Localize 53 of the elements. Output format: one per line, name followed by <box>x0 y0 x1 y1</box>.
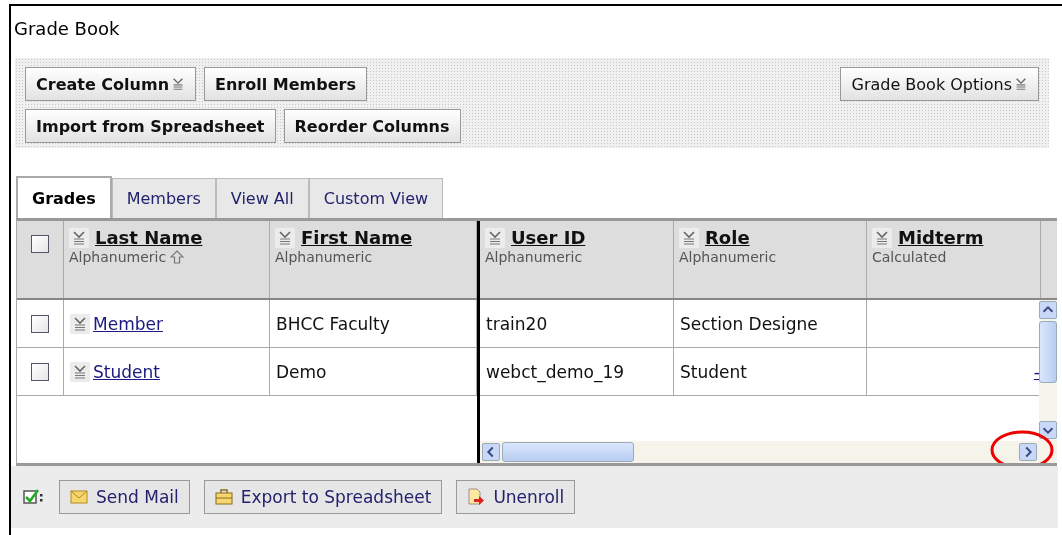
tab[interactable]: Members <box>111 178 216 218</box>
scroll-right-button[interactable] <box>1019 443 1037 461</box>
action-button[interactable]: Export to Spreadsheet <box>203 480 443 514</box>
table-cell: train20 <box>486 313 548 334</box>
options-button[interactable]: Grade Book Options <box>840 67 1039 101</box>
scroll-left-button[interactable] <box>482 443 500 461</box>
scroll-up-button[interactable] <box>1039 301 1057 319</box>
vertical-scrollbar[interactable] <box>1039 300 1057 463</box>
scroll-down-button[interactable] <box>1039 421 1057 439</box>
tab[interactable]: Grades <box>16 176 112 218</box>
column-title-link[interactable]: Midterm <box>898 227 984 248</box>
table-cell: BHCC Faculty <box>276 313 390 334</box>
column-type: Alphanumeric <box>679 249 777 265</box>
table-cell: webct_demo_19 <box>486 361 624 382</box>
toolbar-button[interactable]: Reorder Columns <box>283 109 461 143</box>
menu-icon[interactable] <box>872 227 892 248</box>
column-type: Alphanumeric <box>485 249 583 265</box>
row-checkbox[interactable] <box>31 362 49 381</box>
menu-icon[interactable] <box>70 361 90 382</box>
checked-checkbox-icon <box>23 489 45 505</box>
menu-icon[interactable] <box>679 227 699 248</box>
action-button[interactable]: Unenroll <box>456 480 576 514</box>
column-title-link[interactable]: Role <box>705 227 750 248</box>
row-checkbox[interactable] <box>31 235 49 253</box>
table-cell: Section Designe <box>680 313 818 334</box>
action-button[interactable]: Send Mail <box>59 480 190 514</box>
column-title-link[interactable]: User ID <box>511 227 586 248</box>
row-checkbox[interactable] <box>31 314 49 333</box>
column-type: Alphanumeric <box>69 249 167 265</box>
menu-icon[interactable] <box>69 227 89 248</box>
sort-up-icon[interactable] <box>170 250 185 264</box>
tab[interactable]: Custom View <box>308 178 444 218</box>
briefcase-icon <box>214 489 233 505</box>
grade-link[interactable]: - <box>1033 361 1039 382</box>
toolbar-button[interactable]: Enroll Members <box>204 67 367 101</box>
menu-icon[interactable] <box>70 313 90 334</box>
table-cell: Demo <box>276 361 327 382</box>
name-link[interactable]: Member <box>93 313 163 334</box>
horizontal-scrollbar[interactable] <box>480 441 1039 463</box>
toolbar-button[interactable]: Import from Spreadsheet <box>25 109 276 143</box>
menu-icon[interactable] <box>275 227 295 248</box>
table-cell: Student <box>680 361 747 382</box>
menu-icon[interactable] <box>485 227 505 248</box>
toolbar-button[interactable]: Create Column <box>25 67 197 101</box>
document-arrow-icon <box>467 488 486 506</box>
column-title-link[interactable]: Last Name <box>95 227 203 248</box>
column-title-link[interactable]: First Name <box>301 227 413 248</box>
name-link[interactable]: Student <box>93 361 160 382</box>
tab[interactable]: View All <box>215 178 309 218</box>
column-type: Alphanumeric <box>275 249 373 265</box>
column-type: Calculated <box>872 249 947 265</box>
envelope-icon <box>70 490 88 504</box>
window-title: Grade Book <box>13 17 121 41</box>
